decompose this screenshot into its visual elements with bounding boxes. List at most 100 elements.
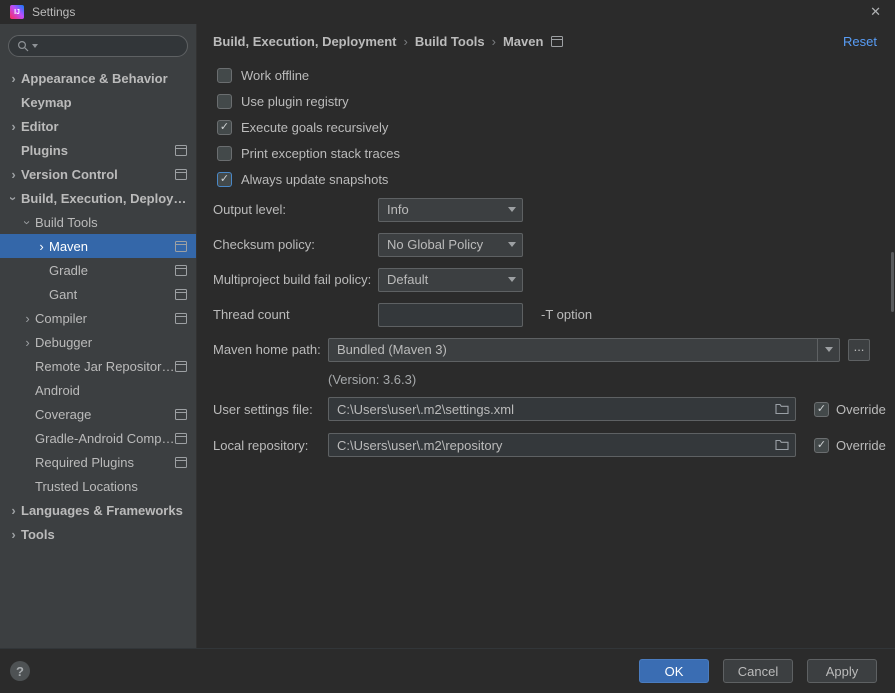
- content-header: Build, Execution, Deployment › Build Too…: [197, 24, 895, 58]
- project-settings-icon: [175, 313, 187, 324]
- chevron-right-icon[interactable]: ›: [6, 71, 21, 86]
- checksum-policy-label: Checksum policy:: [213, 237, 378, 252]
- settings-search-input[interactable]: [38, 38, 179, 54]
- chevron-down-icon[interactable]: [502, 269, 522, 291]
- sidebar-item-android[interactable]: Android: [0, 378, 196, 402]
- help-button[interactable]: ?: [10, 661, 30, 681]
- checksum-policy-value: No Global Policy: [379, 237, 502, 252]
- sidebar-item-gant[interactable]: Gant: [0, 282, 196, 306]
- chevron-down-icon[interactable]: [502, 199, 522, 221]
- chevron-right-icon[interactable]: ›: [6, 503, 21, 518]
- output-level-select[interactable]: Info: [378, 198, 523, 222]
- sidebar-item-maven[interactable]: ›Maven: [0, 234, 196, 258]
- folder-icon[interactable]: [775, 403, 789, 415]
- breadcrumb-separator: ›: [492, 34, 496, 49]
- chevron-right-icon[interactable]: ›: [20, 335, 35, 350]
- chevron-down-icon[interactable]: ›: [6, 191, 21, 206]
- sidebar-item-appearance-behavior[interactable]: ›Appearance & Behavior: [0, 66, 196, 90]
- checkbox[interactable]: [217, 68, 232, 83]
- override-checkbox[interactable]: ✓: [814, 402, 829, 417]
- project-settings-icon: [175, 241, 187, 252]
- sidebar-item-trusted-locations[interactable]: Trusted Locations: [0, 474, 196, 498]
- sidebar-item-plugins[interactable]: Plugins: [0, 138, 196, 162]
- checkbox[interactable]: ✓: [217, 172, 232, 187]
- sidebar-item-label: Gradle: [49, 263, 88, 278]
- cancel-button[interactable]: Cancel: [723, 659, 793, 683]
- project-settings-icon: [551, 36, 563, 47]
- chevron-down-icon[interactable]: ›: [20, 215, 35, 230]
- local-repo-override[interactable]: ✓ Override: [814, 438, 886, 453]
- chevron-right-icon[interactable]: ›: [6, 167, 21, 182]
- sidebar-item-build-execution-deployment[interactable]: ›Build, Execution, Deployment: [0, 186, 196, 210]
- apply-button[interactable]: Apply: [807, 659, 877, 683]
- breadcrumb-build-execution-deployment[interactable]: Build, Execution, Deployment: [213, 34, 396, 49]
- checksum-policy-select[interactable]: No Global Policy: [378, 233, 523, 257]
- project-settings-icon: [175, 433, 187, 444]
- project-settings-icon: [175, 289, 187, 300]
- sidebar-item-languages-frameworks[interactable]: ›Languages & Frameworks: [0, 498, 196, 522]
- option-always-update-snapshots[interactable]: ✓Always update snapshots: [197, 166, 895, 192]
- maven-home-select[interactable]: Bundled (Maven 3): [328, 338, 840, 362]
- sidebar-item-build-tools[interactable]: ›Build Tools: [0, 210, 196, 234]
- sidebar-item-required-plugins[interactable]: Required Plugins: [0, 450, 196, 474]
- override-checkbox[interactable]: ✓: [814, 438, 829, 453]
- user-settings-override[interactable]: ✓ Override: [814, 402, 886, 417]
- sidebar-item-compiler[interactable]: ›Compiler: [0, 306, 196, 330]
- local-repo-value: C:\Users\user\.m2\repository: [329, 438, 775, 453]
- thread-count-row: Thread count -T option: [197, 297, 895, 332]
- browse-button[interactable]: ...: [848, 339, 870, 361]
- sidebar-item-remote-jar-repositories[interactable]: Remote Jar Repositories: [0, 354, 196, 378]
- user-settings-value: C:\Users\user\.m2\settings.xml: [329, 402, 775, 417]
- project-settings-icon: [175, 145, 187, 156]
- sidebar-item-debugger[interactable]: ›Debugger: [0, 330, 196, 354]
- chevron-down-icon[interactable]: [817, 339, 839, 361]
- close-icon[interactable]: ✕: [866, 4, 885, 20]
- option-work-offline[interactable]: Work offline: [197, 62, 895, 88]
- sidebar-item-keymap[interactable]: Keymap: [0, 90, 196, 114]
- sidebar-item-label: Version Control: [21, 167, 118, 182]
- sidebar-item-label: Appearance & Behavior: [21, 71, 168, 86]
- output-level-row: Output level: Info: [197, 192, 895, 227]
- breadcrumb-build-tools[interactable]: Build Tools: [415, 34, 485, 49]
- output-level-label: Output level:: [213, 202, 378, 217]
- sidebar-item-label: Tools: [21, 527, 55, 542]
- scrollbar-thumb[interactable]: [891, 252, 894, 312]
- thread-count-input[interactable]: [378, 303, 523, 327]
- sidebar-item-label: Languages & Frameworks: [21, 503, 183, 518]
- option-execute-goals-recursively[interactable]: ✓Execute goals recursively: [197, 114, 895, 140]
- settings-search-box[interactable]: [8, 35, 188, 57]
- option-print-exception-stack-traces[interactable]: Print exception stack traces: [197, 140, 895, 166]
- sidebar-item-tools[interactable]: ›Tools: [0, 522, 196, 546]
- fail-policy-label: Multiproject build fail policy:: [213, 272, 378, 287]
- user-settings-input[interactable]: C:\Users\user\.m2\settings.xml: [328, 397, 796, 421]
- ok-button[interactable]: OK: [639, 659, 709, 683]
- sidebar-item-label: Coverage: [35, 407, 91, 422]
- chevron-right-icon[interactable]: ›: [34, 239, 49, 254]
- sidebar-item-version-control[interactable]: ›Version Control: [0, 162, 196, 186]
- sidebar-item-label: Remote Jar Repositories: [35, 359, 175, 374]
- sidebar-item-gradle[interactable]: Gradle: [0, 258, 196, 282]
- chevron-down-icon[interactable]: [502, 234, 522, 256]
- checkbox[interactable]: ✓: [217, 120, 232, 135]
- chevron-right-icon[interactable]: ›: [20, 311, 35, 326]
- sidebar-item-coverage[interactable]: Coverage: [0, 402, 196, 426]
- sidebar-item-editor[interactable]: ›Editor: [0, 114, 196, 138]
- folder-icon[interactable]: [775, 439, 789, 451]
- option-use-plugin-registry[interactable]: Use plugin registry: [197, 88, 895, 114]
- sidebar-item-gradle-android-compiler[interactable]: Gradle-Android Compiler: [0, 426, 196, 450]
- fail-policy-select[interactable]: Default: [378, 268, 523, 292]
- checksum-policy-row: Checksum policy: No Global Policy: [197, 227, 895, 262]
- maven-home-label: Maven home path:: [213, 342, 328, 357]
- local-repo-row: Local repository: C:\Users\user\.m2\repo…: [197, 427, 895, 463]
- checkbox-label: Work offline: [241, 68, 309, 83]
- project-settings-icon: [175, 169, 187, 180]
- user-settings-row: User settings file: C:\Users\user\.m2\se…: [197, 391, 895, 427]
- checkbox[interactable]: [217, 94, 232, 109]
- chevron-right-icon[interactable]: ›: [6, 527, 21, 542]
- window-title: Settings: [32, 5, 75, 19]
- breadcrumb-maven[interactable]: Maven: [503, 34, 543, 49]
- chevron-right-icon[interactable]: ›: [6, 119, 21, 134]
- reset-link[interactable]: Reset: [843, 34, 877, 49]
- checkbox[interactable]: [217, 146, 232, 161]
- local-repo-input[interactable]: C:\Users\user\.m2\repository: [328, 433, 796, 457]
